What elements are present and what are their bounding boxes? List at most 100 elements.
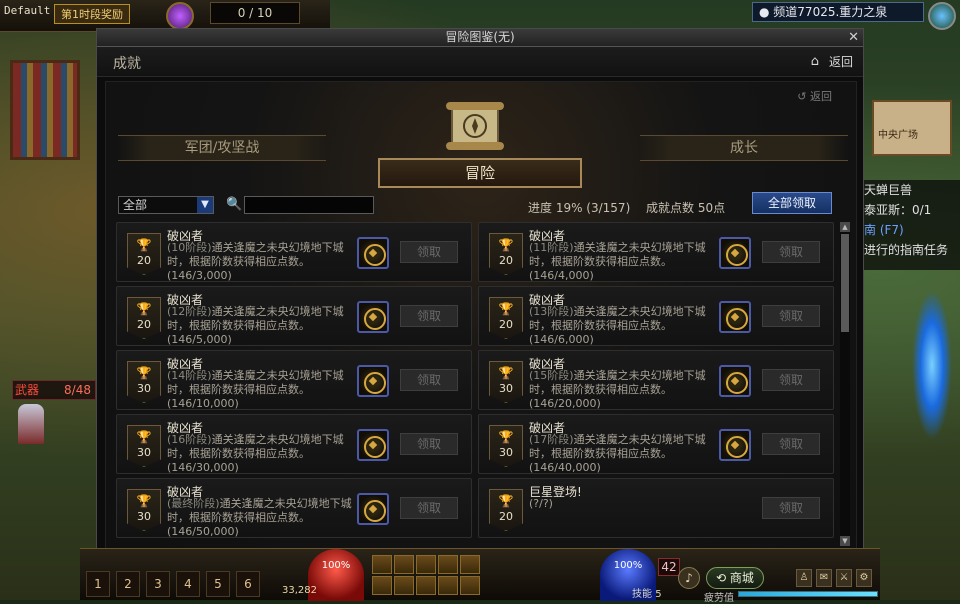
achievement-description: (14阶段)通关逢魔之未央幻境地下城时，根据阶数获得相应点数。	[167, 369, 359, 397]
scroll-thumb[interactable]	[841, 234, 849, 332]
reward-item-icon[interactable]	[719, 365, 751, 397]
potion-slot[interactable]: 3	[146, 571, 170, 597]
skill-slot[interactable]	[416, 555, 436, 574]
globe-icon[interactable]	[928, 2, 956, 30]
trophy-badge: 🏆 20	[489, 297, 523, 339]
quest-line[interactable]: 天蝉巨兽	[862, 180, 960, 200]
achievement-stage: (15阶段)	[529, 369, 574, 382]
skill-slot[interactable]	[372, 555, 392, 574]
reward-item-icon[interactable]	[357, 237, 389, 269]
scroll-down-icon[interactable]: ▼	[840, 536, 850, 546]
skill-slot[interactable]	[372, 576, 392, 595]
claim-button[interactable]: 领取	[400, 369, 458, 391]
skill-slot[interactable]	[460, 576, 480, 595]
trophy-badge: 🏆 20	[127, 233, 161, 275]
achievement-stage: (13阶段)	[529, 305, 574, 318]
blue-portal[interactable]	[912, 290, 952, 440]
home-icon[interactable]: ⌂	[811, 54, 819, 69]
achievement-panel: ↺ 返回 军团/攻坚战 冒险 成长 全部 ▼ 🔍 进度 19% (3/157) …	[105, 81, 857, 549]
settings-icon[interactable]: ⚙	[856, 569, 872, 587]
achievement-stage: (16阶段)	[167, 433, 212, 446]
bookshelf	[10, 60, 80, 160]
close-icon[interactable]: ✕	[848, 29, 859, 46]
potion-slot[interactable]: 5	[206, 571, 230, 597]
achievement-description: (13阶段)通关逢魔之未央幻境地下城时，根据阶数获得相应点数。	[529, 305, 721, 333]
reward-orb-icon[interactable]	[166, 2, 194, 30]
weapon-count: 8/48	[64, 383, 91, 397]
tab-adventure[interactable]: 冒险	[378, 158, 582, 188]
reward-item-icon[interactable]	[719, 301, 751, 333]
bell-icon[interactable]: ♪	[678, 567, 700, 589]
trophy-icon: 🏆	[136, 366, 152, 380]
window-title: 冒险图鉴(无)	[445, 30, 515, 44]
inner-back-label: 返回	[810, 90, 832, 103]
back-button[interactable]: 返回	[829, 53, 853, 70]
achievement-description: (15阶段)通关逢魔之未央幻境地下城时，根据阶数获得相应点数。	[529, 369, 721, 397]
reward-item-icon[interactable]	[357, 493, 389, 525]
window-titlebar[interactable]: 冒险图鉴(无) ✕	[97, 29, 863, 47]
achievement-progress: (146/4,000)	[529, 269, 594, 282]
claim-button[interactable]: 领取	[400, 305, 458, 327]
potion-slot[interactable]: 4	[176, 571, 200, 597]
skill-points[interactable]: 技能 5	[632, 585, 662, 600]
quest-line[interactable]: 进行的指南任务	[862, 240, 960, 260]
claim-button[interactable]: 领取	[762, 369, 820, 391]
mail-icon[interactable]: ✉	[816, 569, 832, 587]
trophy-points: 20	[137, 318, 151, 331]
potion-slot[interactable]: 6	[236, 571, 260, 597]
achievement-stage: (17阶段)	[529, 433, 574, 446]
reward-item-icon[interactable]	[357, 365, 389, 397]
claim-button[interactable]: 领取	[762, 433, 820, 455]
skill-slot[interactable]	[394, 555, 414, 574]
achievement-card: 🏆 20 巨星登场! (?/?) 领取	[478, 478, 834, 538]
character-menu-icon[interactable]: ♙	[796, 569, 812, 587]
trophy-badge: 🏆 30	[489, 425, 523, 467]
skill-slot[interactable]	[416, 576, 436, 595]
weapon-inventory[interactable]: 武器 8/48	[12, 380, 96, 400]
achievement-progress: (146/10,000)	[167, 397, 239, 410]
trophy-icon: 🏆	[136, 430, 152, 444]
trophy-points: 20	[499, 318, 513, 331]
claim-button[interactable]: 领取	[762, 241, 820, 263]
achievement-card: 🏆 20 破凶者 (12阶段)通关逢魔之未央幻境地下城时，根据阶数获得相应点数。…	[116, 286, 472, 346]
potion-slot[interactable]: 2	[116, 571, 140, 597]
claim-button[interactable]: 领取	[400, 497, 458, 519]
quest-line[interactable]: 泰亚斯：0/1	[862, 200, 960, 220]
claim-button[interactable]: 领取	[400, 433, 458, 455]
trophy-points: 30	[137, 446, 151, 459]
channel-selector[interactable]: ● 频道77025.重力之泉	[752, 2, 924, 22]
scroll-up-icon[interactable]: ▲	[840, 222, 850, 232]
stage-reward-badge[interactable]: 第1时段奖励	[54, 4, 130, 24]
category-dropdown[interactable]: 全部 ▼	[118, 196, 214, 214]
search-icon[interactable]: 🔍	[226, 197, 242, 212]
reward-item-icon[interactable]	[719, 237, 751, 269]
claim-button[interactable]: 领取	[400, 241, 458, 263]
quest-line[interactable]: 南 (F7)	[862, 220, 960, 240]
achievement-card: 🏆 30 破凶者 (14阶段)通关逢魔之未央幻境地下城时，根据阶数获得相应点数。…	[116, 350, 472, 410]
chevron-down-icon[interactable]: ▼	[197, 197, 213, 213]
claim-all-button[interactable]: 全部领取	[752, 192, 832, 214]
shop-button[interactable]: ⟲ 商城	[706, 567, 764, 589]
skill-points-label: 技能	[632, 589, 652, 600]
achievement-progress: (146/5,000)	[167, 333, 232, 346]
reward-item-icon[interactable]	[719, 429, 751, 461]
equipment-icon[interactable]: ⚔	[836, 569, 852, 587]
achievement-card: 🏆 20 破凶者 (11阶段)通关逢魔之未央幻境地下城时，根据阶数获得相应点数。…	[478, 222, 834, 282]
scrollbar[interactable]: ▲ ▼	[840, 222, 850, 546]
skill-slot[interactable]	[394, 576, 414, 595]
tab-growth[interactable]: 成长	[640, 135, 848, 161]
reward-item-icon[interactable]	[357, 429, 389, 461]
potion-slot[interactable]: 1	[86, 571, 110, 597]
claim-button[interactable]: 领取	[762, 305, 820, 327]
achievement-stage: (最终阶段)	[167, 497, 220, 510]
tab-legion[interactable]: 军团/攻坚战	[118, 135, 326, 161]
search-input[interactable]	[244, 196, 374, 214]
claim-button[interactable]: 领取	[762, 497, 820, 519]
achievement-progress: (146/40,000)	[529, 461, 601, 474]
skill-slot[interactable]	[460, 555, 480, 574]
skill-slot[interactable]	[438, 576, 458, 595]
reward-item-icon[interactable]	[357, 301, 389, 333]
dropdown-value: 全部	[123, 198, 148, 212]
skill-slot[interactable]	[438, 555, 458, 574]
inner-back-button[interactable]: ↺ 返回	[797, 88, 832, 104]
